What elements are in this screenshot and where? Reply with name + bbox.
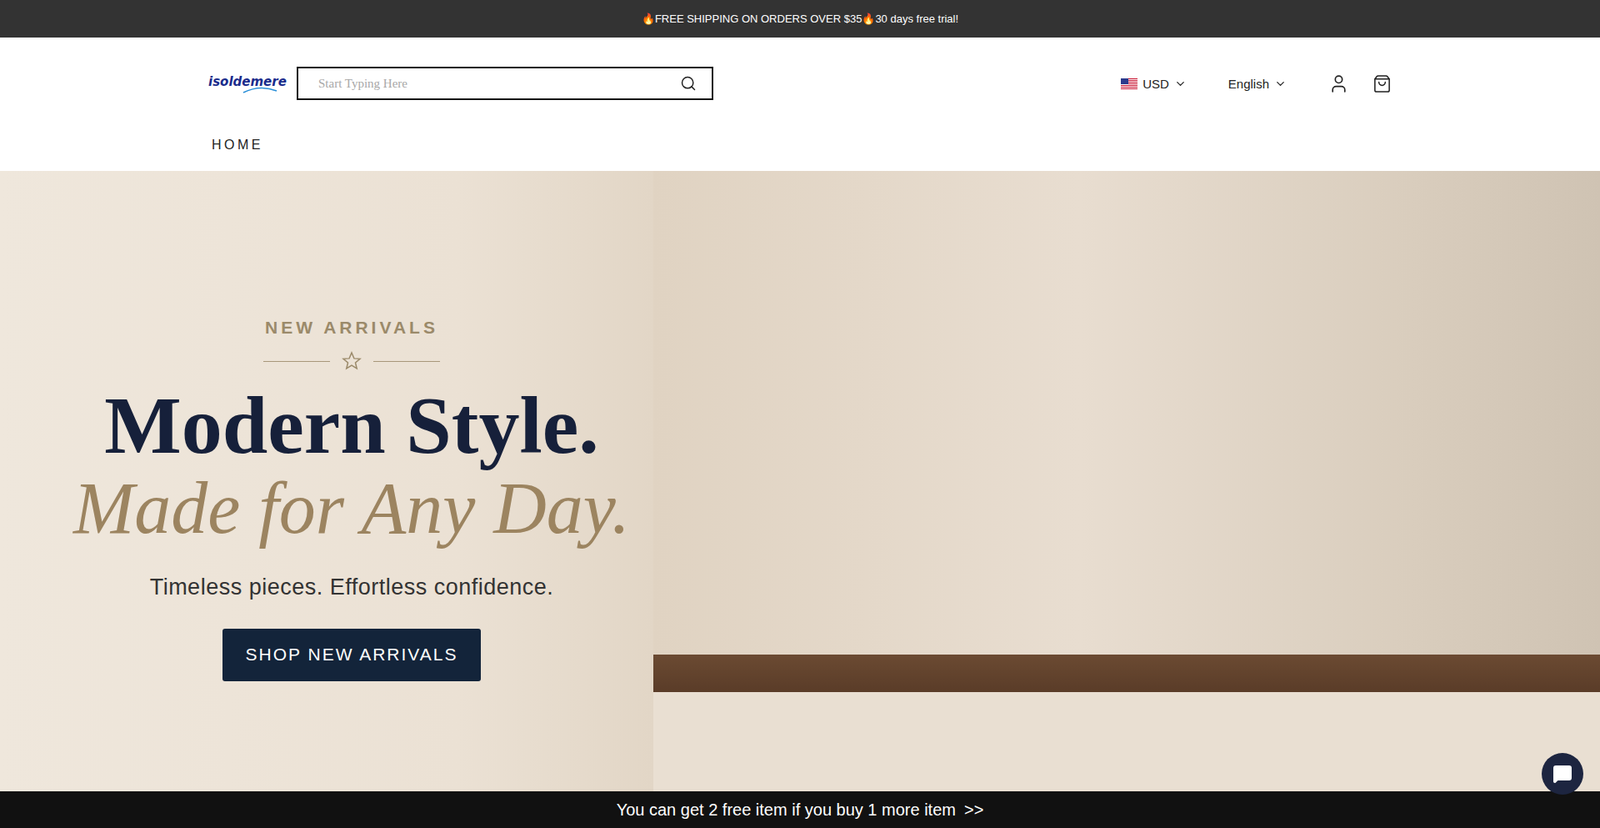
main-nav: HOME xyxy=(208,104,1392,171)
currency-selector[interactable]: USD xyxy=(1120,76,1187,91)
search-box xyxy=(296,66,714,100)
logo[interactable]: isoldemere xyxy=(208,74,279,93)
hero-tagline: Timeless pieces. Effortless confidence. xyxy=(150,574,555,600)
hero-title: Modern Style. xyxy=(104,382,599,469)
chevron-down-icon xyxy=(1274,77,1287,90)
language-selector[interactable]: English xyxy=(1228,76,1287,91)
chat-button[interactable] xyxy=(1541,752,1584,795)
hero-photo xyxy=(653,170,1600,791)
hero-divider xyxy=(263,350,440,371)
hero-banner: NEW ARRIVALS Modern Style.Made for Any Da… xyxy=(0,170,1600,791)
header-top-row: isoldemere USD English xyxy=(208,37,1392,105)
chat-icon xyxy=(1552,763,1573,784)
page: 🔥FREE SHIPPING ON ORDERS OVER $35🔥30 day… xyxy=(0,0,1600,828)
logo-swoosh-icon xyxy=(241,85,279,95)
header: isoldemere USD English HOME xyxy=(208,37,1392,171)
announcement-bar: 🔥FREE SHIPPING ON ORDERS OVER $35🔥30 day… xyxy=(0,0,1600,38)
search-icon[interactable] xyxy=(680,75,697,92)
shopping-bag-icon xyxy=(1372,74,1392,94)
header-tools: USD English xyxy=(1120,73,1392,95)
us-flag-icon xyxy=(1120,78,1138,90)
chevron-down-icon xyxy=(1174,77,1187,90)
promo-bar[interactable]: You can get 2 free item if you buy 1 mor… xyxy=(0,790,1600,828)
search-input[interactable] xyxy=(316,75,680,92)
user-icon xyxy=(1328,73,1350,95)
account-button[interactable] xyxy=(1328,73,1350,95)
hero-text: NEW ARRIVALS Modern Style.Made for Any Da… xyxy=(0,170,654,791)
shop-new-arrivals-button[interactable]: SHOP NEW ARRIVALS xyxy=(222,628,481,681)
hero-subtitle: Made for Any Day. xyxy=(73,468,630,550)
star-icon xyxy=(341,350,362,371)
nav-item[interactable]: HOME xyxy=(208,137,264,153)
cart-button[interactable] xyxy=(1372,74,1392,94)
hero-eyebrow: NEW ARRIVALS xyxy=(265,317,439,338)
